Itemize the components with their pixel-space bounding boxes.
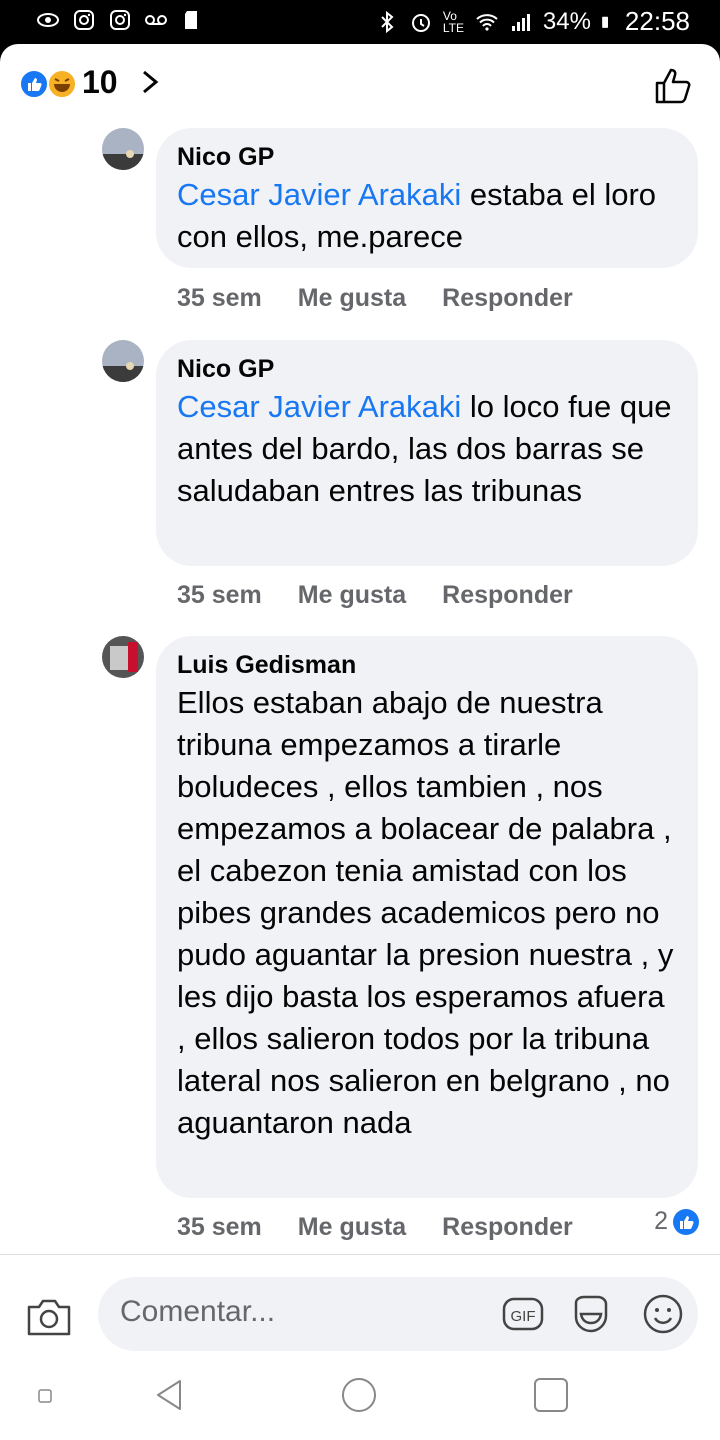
gif-icon[interactable]: GIF xyxy=(502,1293,544,1335)
comment-text: Cesar Javier Arakaki lo loco fue que ant… xyxy=(177,389,681,508)
signal-icon xyxy=(511,13,530,31)
avatar[interactable] xyxy=(102,128,144,170)
comment-time[interactable]: 35 sem xyxy=(177,284,262,313)
like-button[interactable]: Me gusta xyxy=(298,284,406,313)
battery-percent: 34% xyxy=(542,7,591,35)
chevron-right-icon xyxy=(143,70,159,94)
instagram-icon xyxy=(110,10,130,30)
bluetooth-icon xyxy=(381,10,394,33)
comment-text: Ellos estaban abajo de nuestra tribuna e… xyxy=(177,685,682,1140)
mention-link[interactable]: Cesar Javier Arakaki xyxy=(177,389,461,424)
volte-indicator: Vo LTE xyxy=(442,8,464,35)
status-bar: Vo LTE 34% 22:58 xyxy=(0,0,720,44)
like-outline-icon[interactable] xyxy=(654,66,694,106)
reaction-count: 10 xyxy=(82,64,118,100)
comment-bubble: Nico GP Cesar Javier Arakaki lo loco fue… xyxy=(156,340,698,566)
comment-bubble: Luis Gedisman Ellos estaban abajo de nue… xyxy=(156,636,698,1198)
navigation-bar xyxy=(0,1370,720,1440)
sticker-icon[interactable] xyxy=(570,1293,612,1335)
battery-icon xyxy=(602,16,608,28)
sd-card-icon xyxy=(185,11,197,29)
alarm-icon xyxy=(411,13,430,32)
nav-menu-icon[interactable] xyxy=(37,1388,53,1404)
eye-icon xyxy=(37,13,59,27)
reply-button[interactable]: Responder xyxy=(442,1213,573,1242)
comments-sheet: 10 Nico GP Cesar Javier Arakaki estaba e… xyxy=(0,44,720,1440)
gif-label: GIF xyxy=(511,1308,536,1325)
comment-reaction-badge[interactable]: 2 xyxy=(654,1207,700,1236)
comment-composer: Comentar... GIF xyxy=(0,1255,720,1355)
comment-reaction-count: 2 xyxy=(654,1207,668,1235)
comment-author[interactable]: Nico GP xyxy=(177,352,676,386)
wifi-icon xyxy=(476,13,498,31)
reaction-icons xyxy=(19,69,77,99)
emoji-icon[interactable] xyxy=(642,1293,684,1335)
like-reaction-icon xyxy=(673,1208,699,1235)
clock: 22:58 xyxy=(624,6,690,36)
like-button[interactable]: Me gusta xyxy=(298,581,406,610)
mention-link[interactable]: Cesar Javier Arakaki xyxy=(177,177,461,212)
avatar[interactable] xyxy=(102,636,144,678)
comment-time[interactable]: 35 sem xyxy=(177,581,262,610)
comment-author[interactable]: Luis Gedisman xyxy=(177,648,676,682)
voicemail-icon xyxy=(145,15,167,25)
reply-button[interactable]: Responder xyxy=(442,284,573,313)
comment-bubble: Nico GP Cesar Javier Arakaki estaba el l… xyxy=(156,128,698,268)
camera-icon[interactable] xyxy=(26,1297,72,1337)
comment-actions: 35 sem Me gusta Responder xyxy=(177,575,573,615)
avatar[interactable] xyxy=(102,340,144,382)
comment-actions: 35 sem Me gusta Responder xyxy=(177,1207,573,1247)
recents-icon[interactable] xyxy=(533,1377,569,1413)
home-icon[interactable] xyxy=(341,1377,377,1413)
reply-button[interactable]: Responder xyxy=(442,581,573,610)
instagram-icon xyxy=(74,10,94,30)
comment-text: Cesar Javier Arakaki estaba el loro con … xyxy=(177,177,665,254)
comment-input-placeholder: Comentar... xyxy=(120,1295,276,1328)
comment-time[interactable]: 35 sem xyxy=(177,1213,262,1242)
comment-actions: 35 sem Me gusta Responder xyxy=(177,278,573,318)
reactions-header[interactable]: 10 xyxy=(0,44,720,122)
like-button[interactable]: Me gusta xyxy=(298,1213,406,1242)
back-icon[interactable] xyxy=(152,1378,186,1412)
comment-input[interactable]: Comentar... GIF xyxy=(98,1277,698,1351)
comment-author[interactable]: Nico GP xyxy=(177,140,676,174)
